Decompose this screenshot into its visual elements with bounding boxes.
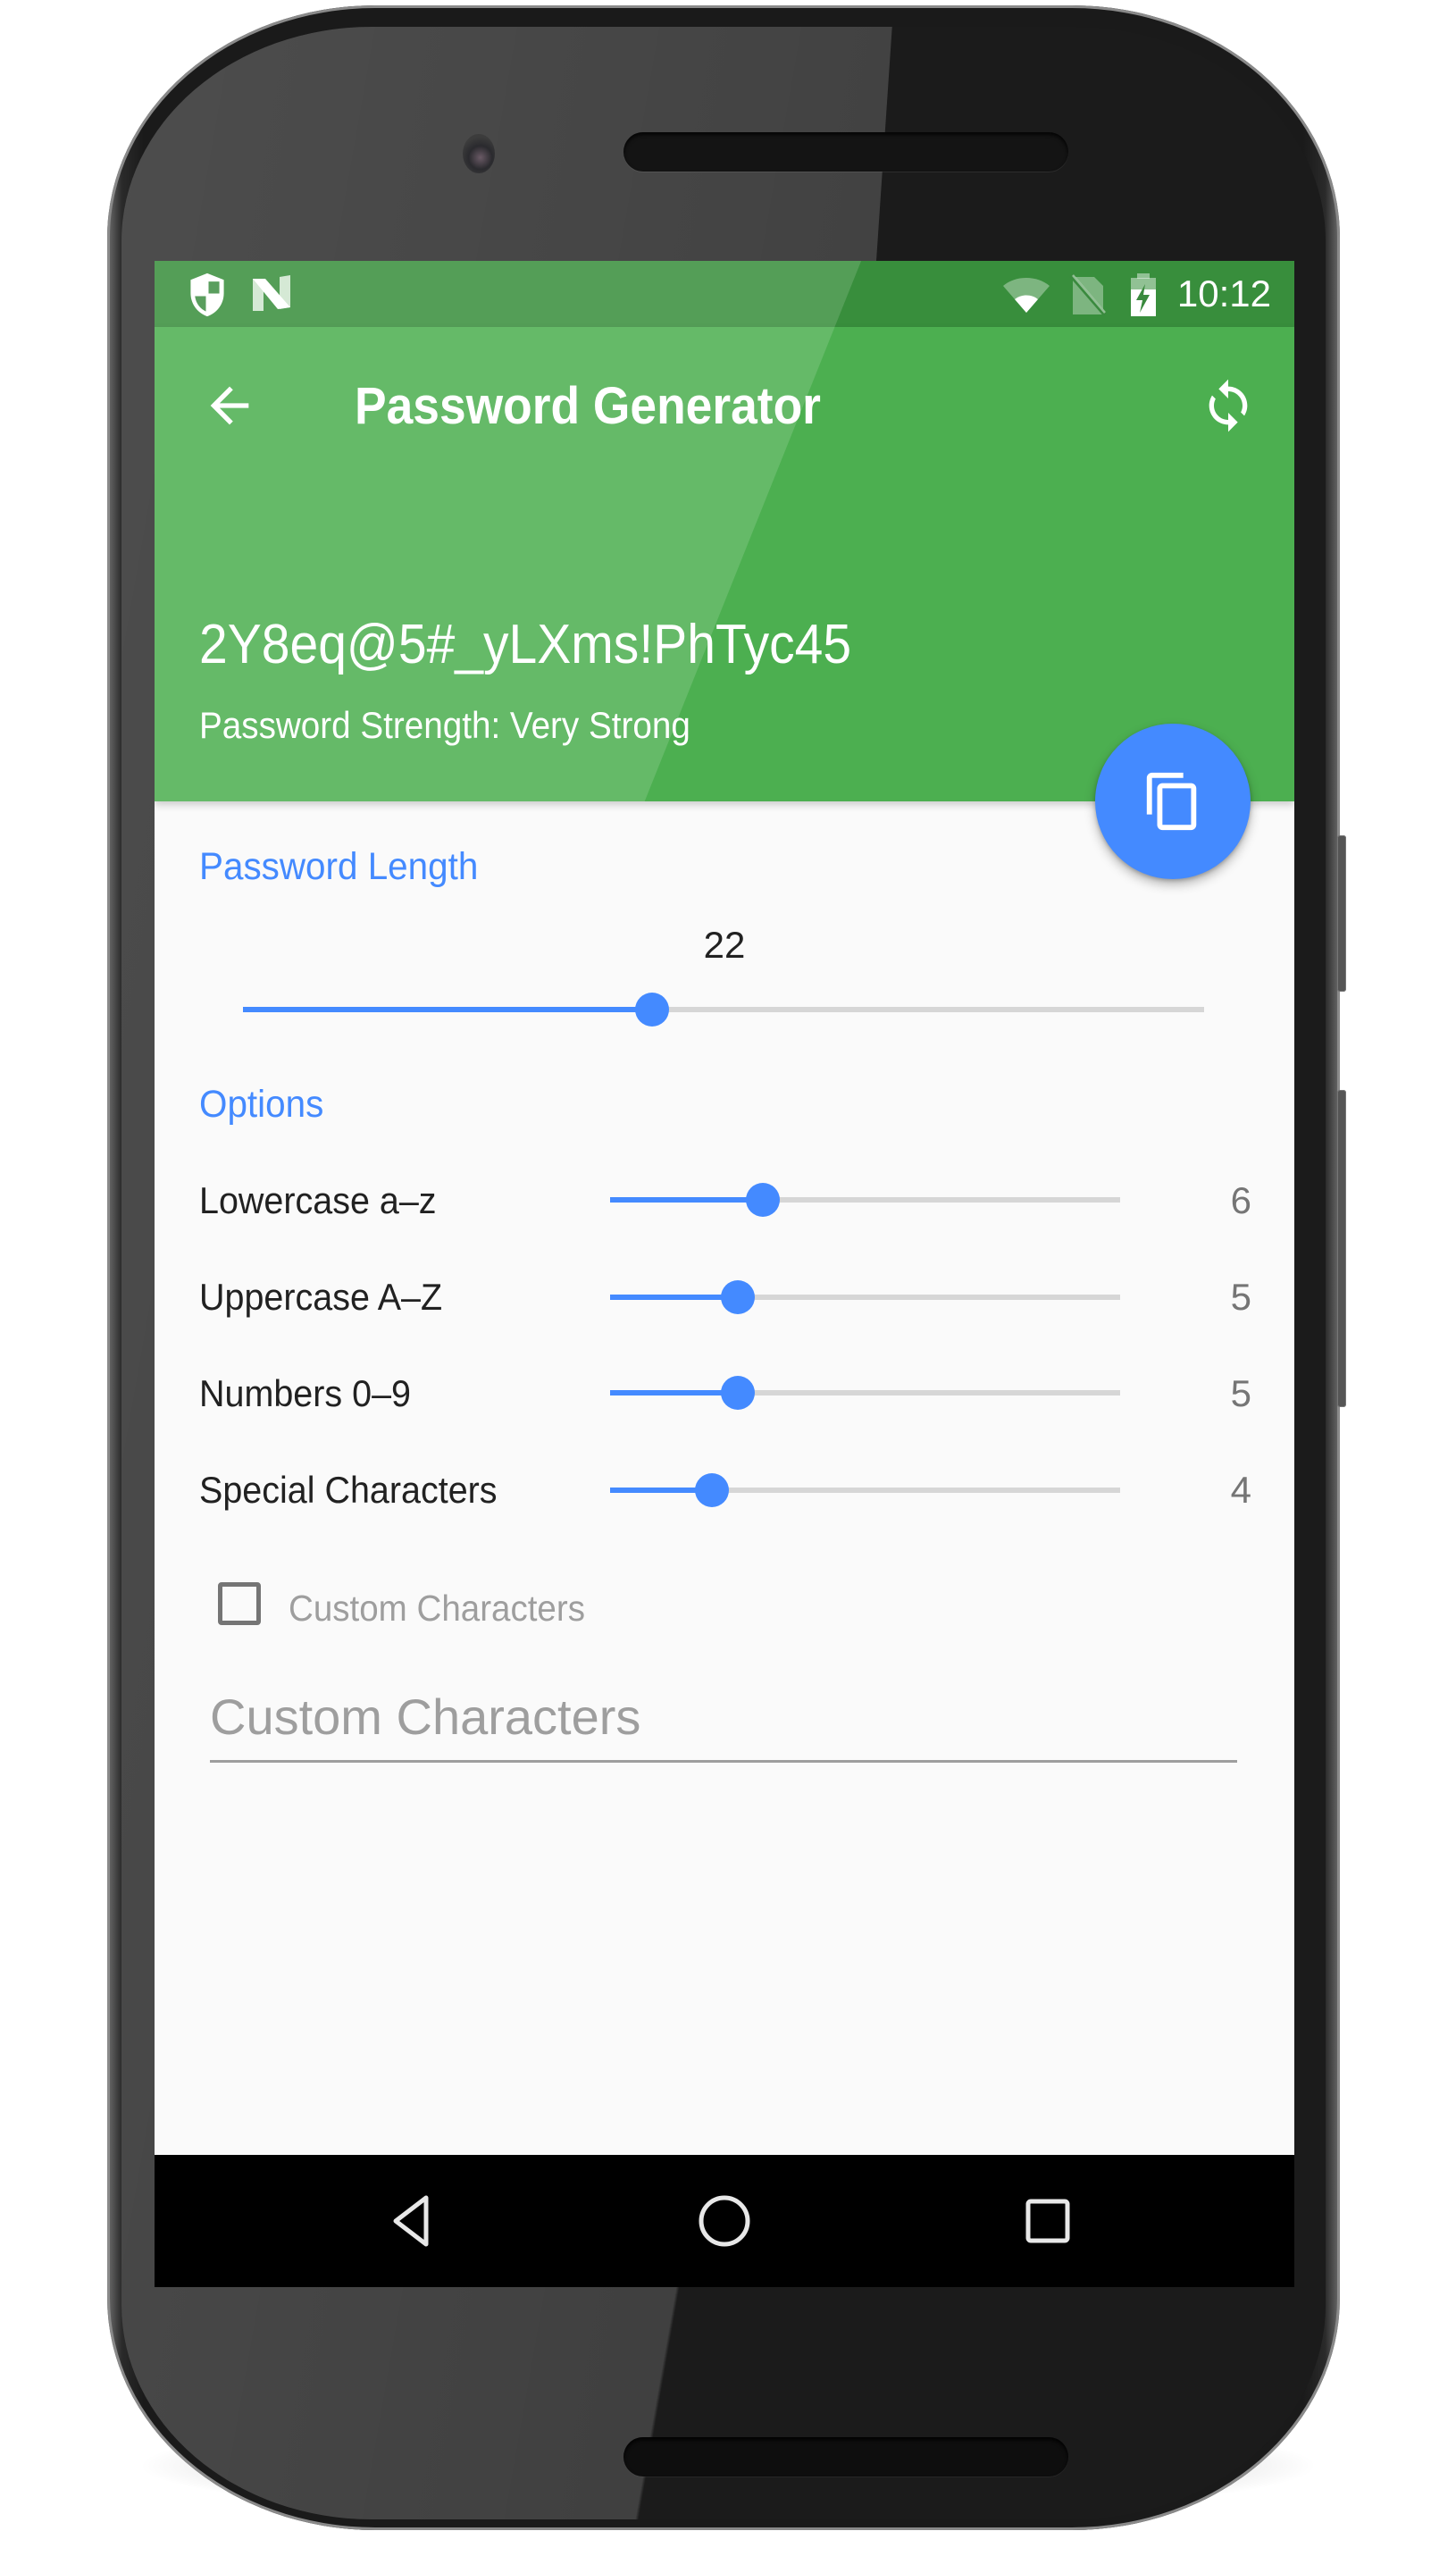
slider-thumb[interactable] <box>746 1183 781 1217</box>
navigation-bar <box>155 2155 1294 2287</box>
nav-home-button[interactable] <box>698 2194 751 2252</box>
n-logo-icon <box>251 275 292 317</box>
option-label: Uppercase A–Z <box>199 1276 443 1318</box>
lowercase-slider[interactable] <box>610 1182 1120 1218</box>
slider-thumb[interactable] <box>720 1280 755 1314</box>
no-sim-icon <box>1069 273 1109 321</box>
password-length-slider[interactable] <box>243 992 1204 1027</box>
status-clock: 10:12 <box>1176 272 1271 314</box>
nav-recents-button[interactable] <box>1021 2194 1075 2252</box>
option-label: Special Characters <box>199 1469 498 1511</box>
option-value: 6 <box>1230 1179 1251 1221</box>
custom-characters-checkbox-label[interactable]: Custom Characters <box>289 1586 585 1630</box>
option-value: 4 <box>1230 1469 1251 1511</box>
copy-password-button[interactable] <box>1095 724 1251 879</box>
arrow-back-icon <box>210 386 249 425</box>
refresh-icon <box>1209 379 1248 432</box>
power-button <box>1337 835 1346 992</box>
numbers-slider[interactable] <box>610 1375 1120 1411</box>
option-value: 5 <box>1230 1276 1251 1318</box>
battery-charging-icon <box>1128 272 1159 323</box>
slider-fill <box>610 1295 738 1300</box>
slider-thumb[interactable] <box>635 993 670 1027</box>
options-title: Options <box>199 1083 324 1126</box>
refresh-button[interactable] <box>1200 377 1257 434</box>
app-bar: Password Generator 2Y8eq@5#_yLXms!PhTyc4… <box>155 327 1294 801</box>
copy-icon <box>1146 772 1197 831</box>
shield-icon <box>187 272 228 323</box>
slider-fill <box>610 1390 738 1395</box>
option-value: 5 <box>1230 1372 1251 1414</box>
back-button[interactable] <box>201 377 258 434</box>
password-strength: Password Strength: Very Strong <box>199 704 690 746</box>
special-characters-slider[interactable] <box>610 1472 1120 1508</box>
generated-password: 2Y8eq@5#_yLXms!PhTyc45 <box>199 614 852 675</box>
nav-home-icon <box>699 2195 750 2247</box>
custom-characters-input[interactable] <box>210 1678 1237 1763</box>
status-bar: 10:12 <box>155 261 1294 327</box>
slider-thumb[interactable] <box>720 1376 755 1410</box>
uppercase-slider[interactable] <box>610 1279 1120 1315</box>
custom-characters-checkbox[interactable] <box>218 1582 261 1625</box>
slider-fill <box>243 1007 653 1012</box>
slider-fill <box>610 1197 764 1203</box>
password-length-title: Password Length <box>199 845 479 888</box>
front-camera <box>463 134 495 173</box>
option-label: Numbers 0–9 <box>199 1372 411 1414</box>
option-label: Lowercase a–z <box>199 1179 437 1221</box>
app-title: Password Generator <box>355 377 821 435</box>
volume-button <box>1337 1090 1346 1407</box>
nav-recents-icon <box>1025 2199 1070 2243</box>
nav-back-button[interactable] <box>385 2194 439 2252</box>
wifi-icon <box>1001 275 1051 319</box>
slider-thumb[interactable] <box>695 1473 730 1507</box>
phone-screen: 10:12 Password Generator 2Y8eq@5#_yLXms!… <box>155 261 1294 2287</box>
password-length-value: 22 <box>703 924 746 966</box>
bottom-speaker <box>623 2437 1068 2477</box>
top-speaker <box>623 132 1068 172</box>
nav-back-icon <box>393 2195 429 2247</box>
